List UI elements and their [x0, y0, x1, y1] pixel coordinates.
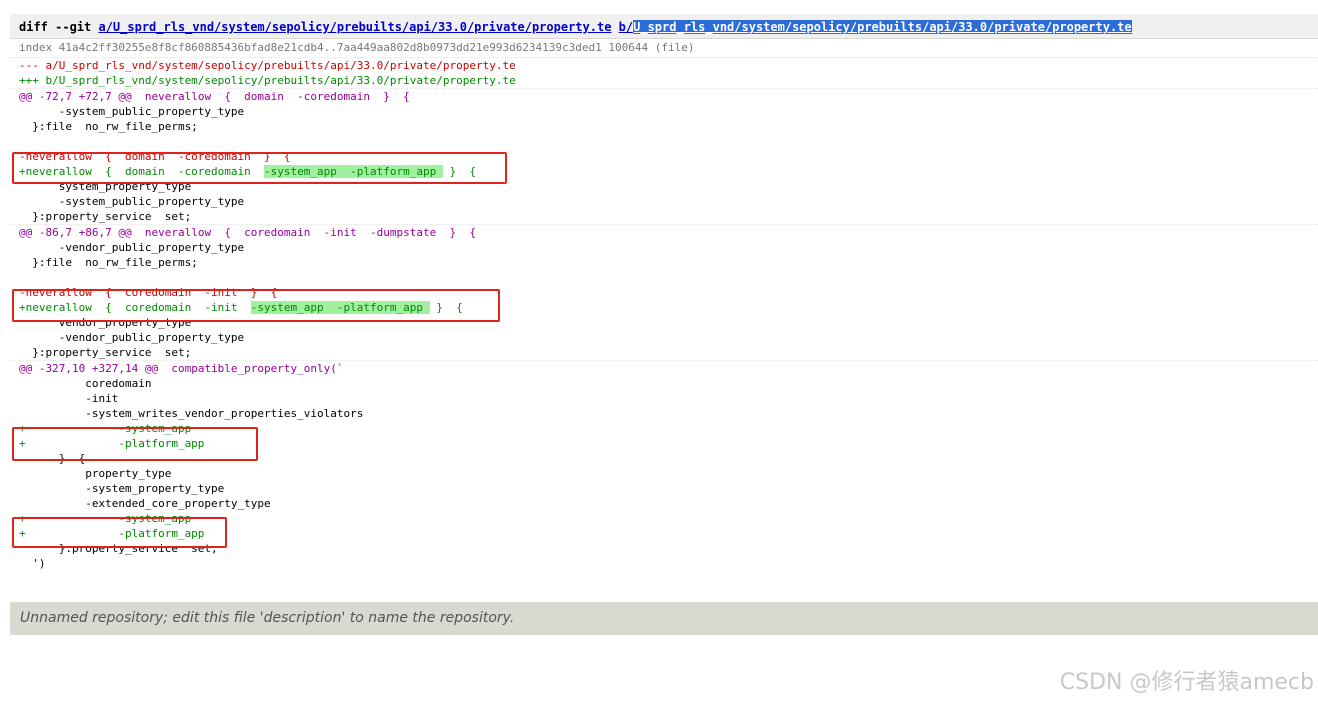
chunk-range: @@ -327,10 +327,14 @@	[19, 362, 159, 375]
diff-line: -extended_core_property_type	[19, 497, 271, 510]
to-file-line: +++ b/U_sprd_rls_vnd/system/sepolicy/pre…	[19, 74, 516, 87]
chunk-context: compatible_property_only(`	[171, 362, 344, 375]
chunk-header: @@ -327,10 +327,14 @@ compatible_propert…	[10, 360, 1318, 376]
chunk-context: neverallow { coredomain -init -dumpstate…	[144, 226, 476, 239]
diff-line: -vendor_public_property_type	[19, 241, 245, 254]
diff-line: -init	[19, 392, 119, 405]
diff-line: -system_public_property_type	[19, 105, 245, 118]
chunk-header: @@ -86,7 +86,7 @@ neverallow { coredomai…	[10, 224, 1318, 240]
diff-header: diff --git a/U_sprd_rls_vnd/system/sepol…	[10, 14, 1318, 39]
link-b-prefix[interactable]: b/	[619, 20, 633, 34]
diff-line: }:property_service set;	[19, 210, 192, 223]
diff-line: -vendor_public_property_type	[19, 331, 245, 344]
index-line: index 41a4c2ff30255e8f8cf860885436bfad8e…	[10, 39, 1318, 58]
watermark: CSDN @修行者猿amecb	[1059, 670, 1314, 695]
annotation-box	[12, 289, 500, 322]
from-file-line: --- a/U_sprd_rls_vnd/system/sepolicy/pre…	[19, 59, 516, 72]
chunk-header: @@ -72,7 +72,7 @@ neverallow { domain -c…	[10, 88, 1318, 104]
chunk-range: @@ -72,7 +72,7 @@	[19, 90, 132, 103]
link-a-file[interactable]: a/U_sprd_rls_vnd/system/sepolicy/prebuil…	[98, 20, 611, 34]
diff-line: property_type	[19, 467, 172, 480]
diff-prefix: diff --git	[19, 20, 99, 34]
chunk-context: neverallow { domain -coredomain } {	[144, 90, 410, 103]
diff-line: }:file no_rw_file_perms;	[19, 120, 198, 133]
annotation-box	[12, 427, 258, 461]
annotation-box	[12, 517, 227, 548]
annotation-box	[12, 152, 507, 184]
diff-line	[10, 134, 1318, 149]
diff-line: -system_public_property_type	[19, 195, 245, 208]
repository-description-footer: Unnamed repository; edit this file 'desc…	[10, 602, 1318, 635]
diff-line: ')	[19, 557, 46, 570]
chunk-range: @@ -86,7 +86,7 @@	[19, 226, 132, 239]
diff-line: coredomain	[19, 377, 152, 390]
diff-line: -system_property_type	[19, 482, 225, 495]
diff-line: -system_writes_vendor_properties_violato…	[19, 407, 364, 420]
diff-line	[10, 270, 1318, 285]
diff-line: }:property_service set;	[19, 346, 192, 359]
link-b-file-selected[interactable]: U_sprd_rls_vnd/system/sepolicy/prebuilts…	[633, 20, 1132, 34]
diff-line: }:file no_rw_file_perms;	[19, 256, 198, 269]
